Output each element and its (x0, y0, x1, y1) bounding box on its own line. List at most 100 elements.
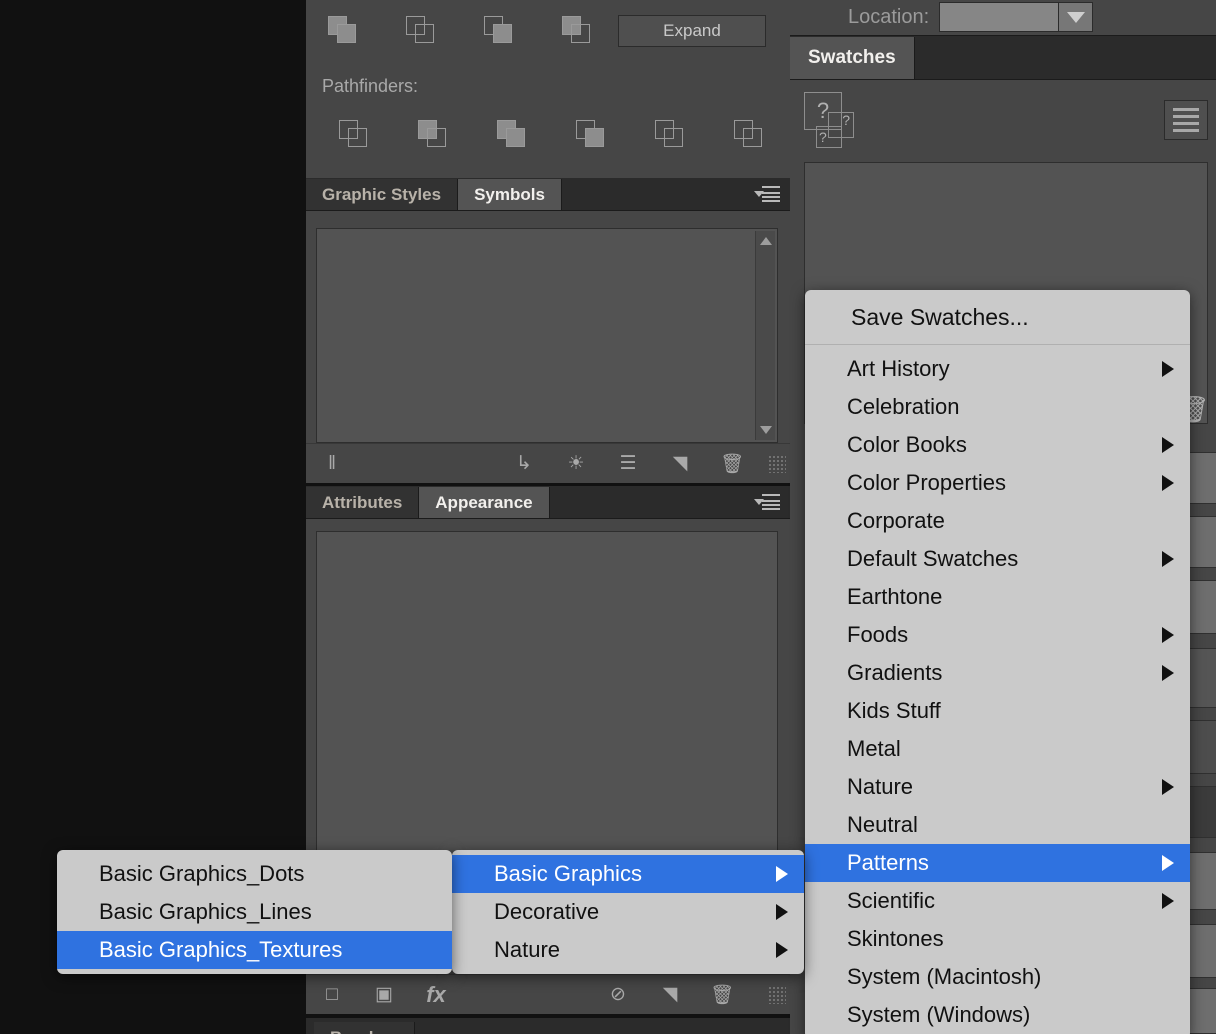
minus-back-icon[interactable] (711, 120, 790, 150)
add-new-stroke-icon[interactable]: □ (306, 984, 358, 1006)
resize-grip[interactable] (768, 985, 786, 1004)
place-symbol-instance-icon[interactable]: ↳ (498, 452, 550, 475)
menu-item-color-books[interactable]: Color Books (805, 426, 1190, 464)
resize-grip[interactable] (768, 454, 786, 473)
menu-item-label: Gradients (847, 660, 943, 685)
expand-button[interactable]: Expand (618, 15, 766, 47)
symbols-list[interactable] (316, 228, 778, 443)
submenu-arrow-icon (776, 866, 788, 882)
add-new-effect-icon[interactable]: fx (410, 982, 462, 1008)
patterns-submenu[interactable]: Basic Graphics Decorative Nature (452, 850, 804, 974)
unite-icon[interactable] (306, 16, 384, 46)
swatch-row[interactable] (1186, 852, 1216, 910)
divide-icon[interactable] (316, 120, 395, 150)
swatch-row[interactable] (1186, 720, 1216, 774)
symbols-scrollbar[interactable] (755, 231, 775, 440)
location-input[interactable] (939, 2, 1060, 32)
swatch-row[interactable] (1186, 580, 1216, 634)
menu-item-earthtone[interactable]: Earthtone (805, 578, 1190, 616)
scroll-up-icon[interactable] (760, 237, 772, 245)
pathfinders-label: Pathfinders: (322, 76, 419, 96)
submenu-arrow-icon (1162, 665, 1174, 681)
merge-icon[interactable] (474, 120, 553, 150)
minus-front-icon[interactable] (384, 16, 462, 46)
menu-item-metal[interactable]: Metal (805, 730, 1190, 768)
menu-item-nature[interactable]: Nature (805, 768, 1190, 806)
panel-menu-icon[interactable] (754, 185, 780, 204)
symbol-options-icon[interactable]: ☰ (602, 452, 654, 475)
menu-item-label: Kids Stuff (847, 698, 941, 723)
trim-icon[interactable] (395, 120, 474, 150)
swatch-row[interactable] (1186, 786, 1216, 838)
menu-item-basic-graphics-textures[interactable]: Basic Graphics_Textures (57, 931, 452, 969)
menu-item-kids-stuff[interactable]: Kids Stuff (805, 692, 1190, 730)
menu-item-label: Nature (847, 774, 914, 799)
menu-item-neutral[interactable]: Neutral (805, 806, 1190, 844)
menu-item-art-history[interactable]: Art History (805, 350, 1190, 388)
symbols-panel: Graphic Styles Symbols ‖ ↳ ☀ ☰ ◥ 🗑 (306, 178, 790, 483)
swatch-row[interactable] (1186, 516, 1216, 568)
swatch-row[interactable] (1186, 648, 1216, 708)
menu-item-label: Nature (494, 937, 561, 962)
swatches-panel-menu-button[interactable] (1164, 100, 1208, 140)
tab-appearance[interactable]: Appearance (419, 487, 550, 518)
outline-icon[interactable] (632, 120, 711, 150)
crop-icon[interactable] (553, 120, 632, 150)
clear-appearance-icon[interactable]: ⊘ (592, 983, 644, 1006)
break-link-icon[interactable]: ☀ (550, 452, 602, 475)
menu-item-label: Metal (847, 736, 901, 761)
appearance-panel-menu-area[interactable] (549, 487, 790, 518)
delete-selected-item-icon[interactable]: 🗑 (696, 983, 748, 1007)
tab-attributes[interactable]: Attributes (306, 487, 420, 518)
duplicate-selected-item-icon[interactable]: ◥ (644, 983, 696, 1006)
tab-swatches[interactable]: Swatches (790, 37, 915, 79)
tab-graphic-styles[interactable]: Graphic Styles (306, 179, 459, 210)
menu-item-label: System (Macintosh) (847, 964, 1042, 989)
menu-item-patterns[interactable]: Patterns (805, 844, 1190, 882)
menu-item-basic-graphics[interactable]: Basic Graphics (452, 855, 804, 893)
menu-item-nature[interactable]: Nature (452, 931, 804, 969)
menu-item-gradients[interactable]: Gradients (805, 654, 1190, 692)
menu-item-scientific[interactable]: Scientific (805, 882, 1190, 920)
menu-item-label: Basic Graphics_Lines (99, 899, 312, 924)
menu-item-foods[interactable]: Foods (805, 616, 1190, 654)
basic-graphics-submenu[interactable]: Basic Graphics_Dots Basic Graphics_Lines B… (57, 850, 452, 974)
swatch-row[interactable] (1186, 924, 1216, 978)
delete-symbol-icon[interactable]: 🗑 (706, 452, 758, 476)
menu-item-save-swatches[interactable]: Save Swatches... (805, 295, 1190, 339)
exclude-icon[interactable] (540, 16, 618, 46)
menu-item-basic-graphics-lines[interactable]: Basic Graphics_Lines (57, 893, 452, 931)
intersect-icon[interactable] (462, 16, 540, 46)
scroll-down-icon[interactable] (760, 426, 772, 434)
swatch-row[interactable] (1186, 452, 1216, 504)
menu-item-default-swatches[interactable]: Default Swatches (805, 540, 1190, 578)
panel-menu-icon[interactable] (754, 493, 780, 512)
menu-item-label: Default Swatches (847, 546, 1019, 571)
menu-item-label: Basic Graphics_Textures (99, 937, 343, 962)
brushes-panel: Brushes (306, 1018, 790, 1034)
menu-item-system-macintosh[interactable]: System (Macintosh) (805, 958, 1190, 996)
new-symbol-icon[interactable]: ◥ (654, 452, 706, 475)
swatches-tabfill (914, 37, 1216, 79)
menu-item-skintones[interactable]: Skintones (805, 920, 1190, 958)
tab-brushes[interactable]: Brushes (314, 1022, 416, 1034)
add-new-fill-icon[interactable]: ▣ (358, 983, 410, 1006)
symbol-libraries-icon[interactable]: ‖ (306, 453, 358, 475)
menu-item-corporate[interactable]: Corporate (805, 502, 1190, 540)
menu-item-system-windows[interactable]: System (Windows) (805, 996, 1190, 1034)
symbols-panel-tabstrip: Graphic Styles Symbols (306, 178, 790, 211)
menu-item-decorative[interactable]: Decorative (452, 893, 804, 931)
swatch-libraries-menu[interactable]: Save Swatches... Art History Celebration C… (805, 290, 1190, 1034)
menu-item-celebration[interactable]: Celebration (805, 388, 1190, 426)
pathfinder-panel: Expand Pathfinders: (306, 0, 790, 178)
swatches-panel-tabstrip: Swatches (790, 36, 1216, 80)
menu-item-basic-graphics-dots[interactable]: Basic Graphics_Dots (57, 855, 452, 893)
appearance-panel-tabstrip: Attributes Appearance (306, 486, 790, 519)
tab-symbols[interactable]: Symbols (458, 179, 562, 210)
menu-item-color-properties[interactable]: Color Properties (805, 464, 1190, 502)
swatch-row[interactable] (1186, 988, 1216, 1034)
location-dropdown-arrow-icon[interactable] (1059, 2, 1094, 32)
menu-item-label: Basic Graphics_Dots (99, 861, 305, 886)
symbols-panel-menu-area[interactable] (561, 179, 790, 210)
menu-item-label: Patterns (847, 850, 929, 875)
